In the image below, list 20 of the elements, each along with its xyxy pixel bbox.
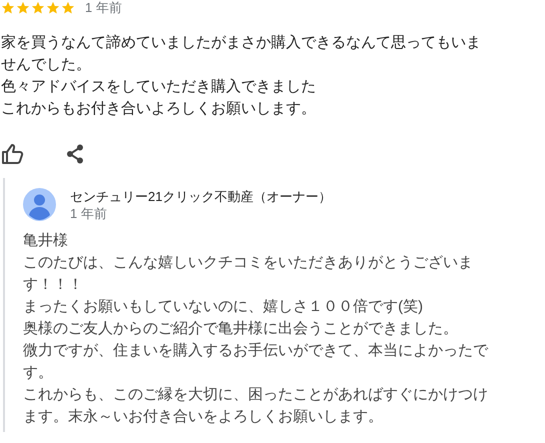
owner-name[interactable]: センチュリー21クリック不動産（オーナー） [70,188,332,205]
star-icon [31,1,45,15]
reply-text: 亀井様 [23,231,69,251]
review-time: 1 年前 [85,1,122,15]
reply-text: 奥様のご友人からのご紹介で亀井様に出会うことができました。 [23,319,459,339]
review-text: 色々アドバイスをしていただき購入できました [1,77,317,97]
reply-text: まったくお願いもしていないのに、嬉しさ１００倍です(笑) [23,297,424,317]
star-icon [46,1,60,15]
star-icon [16,1,30,15]
star-icon [61,1,75,15]
review-text: これからもお付き合いよろしくお願いします。 [1,99,317,119]
star-icon [1,1,15,15]
reply-text: これからも、このご縁を大切に、困ったことがあればすぐにかけつけます。末永～いお付き合いをよろしくお願いします。 [23,385,489,427]
avatar-icon [23,188,56,221]
review-text: 家を買うなんて諦めていましたがまさか購入できるなんて思ってもいませんでした。 [1,33,482,75]
reply-text: このたびは、こんな嬉しいクチコミをいただきありがとうございます！！！ [23,253,474,295]
thumbs-up-icon[interactable] [2,144,24,164]
share-icon[interactable] [66,144,84,164]
reply-text: 微力ですが、住まいを購入するお手伝いができて、本当によかったです。 [23,341,490,383]
reply-time: 1 年前 [70,205,108,222]
